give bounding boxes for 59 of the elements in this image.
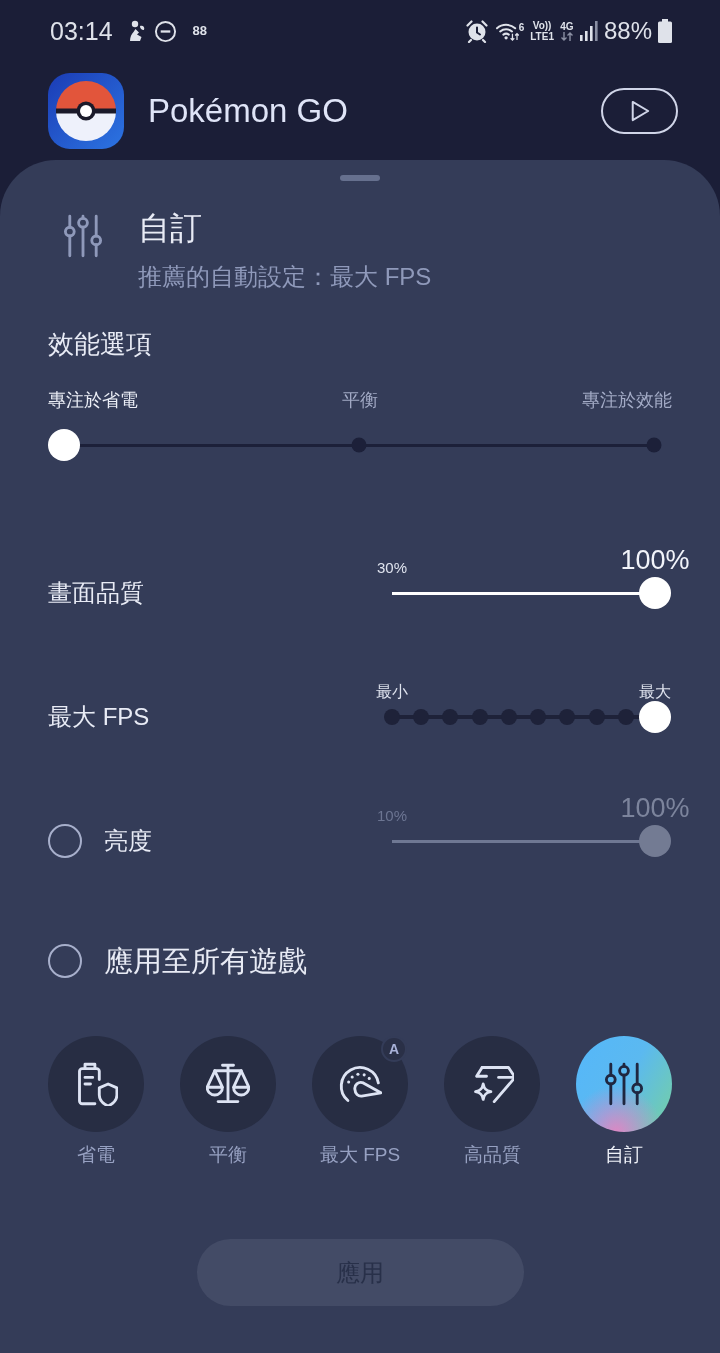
lte-label: LTE1	[530, 31, 554, 42]
step-dot-icon	[617, 709, 634, 725]
slider-value-label: 100%	[620, 792, 690, 825]
profile-subtitle: 推薦的自動設定：最大 FPS	[138, 262, 432, 292]
step-dot-icon	[351, 437, 367, 453]
slider-thumb[interactable]	[639, 701, 671, 733]
mode-label: 高品質	[463, 1143, 521, 1167]
step-dot-icon	[413, 709, 430, 725]
step-dot-icon	[530, 709, 547, 725]
step-dot-icon	[500, 709, 517, 725]
mode-label: 最大 FPS	[319, 1143, 401, 1167]
setting-label: 畫面品質	[48, 578, 144, 608]
option-label: 應用至所有遊戲	[104, 944, 307, 978]
alarm-icon	[464, 19, 489, 43]
app-title: Pokémon GO	[148, 91, 348, 131]
mode-label: 平衡	[209, 1143, 247, 1167]
volte-label: Vo))	[532, 20, 552, 31]
wifi-standard-label: 6	[518, 22, 525, 33]
slider-min-label: 30%	[377, 559, 407, 577]
slider-min-label: 10%	[377, 807, 407, 825]
do-not-disturb-icon	[153, 19, 177, 43]
step-dot-icon	[559, 709, 576, 725]
auto-badge: A	[381, 1036, 407, 1062]
stop-label: 專注於效能	[582, 389, 672, 412]
mode-button[interactable]: A	[312, 1036, 408, 1132]
wifi-icon	[494, 21, 519, 41]
mode-label: 自訂	[605, 1143, 643, 1167]
setting-label: 最大 FPS	[48, 702, 150, 732]
step-dot-icon	[442, 709, 459, 725]
setting-label: 亮度	[104, 826, 152, 856]
sliders-icon	[61, 214, 105, 258]
data-arrows-icon	[559, 32, 574, 41]
step-dot-icon	[471, 709, 488, 725]
step-dot-icon	[588, 709, 605, 725]
sliders-icon	[602, 1062, 646, 1106]
play-button[interactable]	[601, 88, 678, 134]
battery-icon	[658, 19, 672, 43]
notification-count: 88	[192, 23, 208, 39]
section-heading: 效能選項	[48, 328, 153, 360]
step-dot-icon	[646, 437, 662, 453]
battery-percent: 88%	[603, 17, 652, 45]
mode-label: 省電	[77, 1143, 115, 1167]
profile-title: 自訂	[138, 209, 203, 248]
radio-button[interactable]	[48, 944, 82, 978]
play-icon	[629, 100, 650, 122]
slider-thumb[interactable]	[48, 429, 80, 461]
slider-min-label: 最小	[376, 683, 408, 701]
step-dot-icon	[384, 709, 400, 725]
stop-label: 平衡	[342, 389, 378, 412]
network-label: 4G	[560, 21, 574, 32]
stop-label: 專注於省電	[48, 389, 138, 412]
slider-thumb[interactable]	[639, 577, 671, 609]
slider-value-label: 100%	[620, 544, 690, 577]
scales-icon	[206, 1062, 250, 1106]
radio-button[interactable]	[48, 824, 82, 858]
status-time: 03:14	[50, 16, 113, 46]
slider-max-label: 最大	[639, 683, 671, 701]
drag-handle[interactable]	[340, 175, 380, 181]
signal-icon	[579, 21, 598, 41]
